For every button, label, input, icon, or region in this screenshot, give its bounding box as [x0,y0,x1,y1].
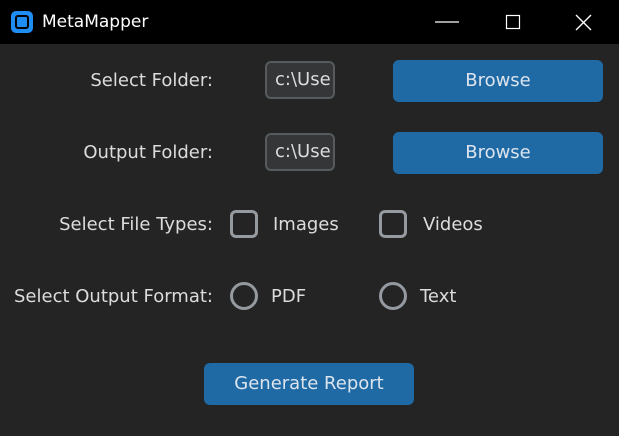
output-folder-browse-button[interactable]: Browse [393,132,603,174]
close-button[interactable] [557,0,609,44]
minimize-icon [435,21,459,23]
maximize-icon [505,14,521,30]
generate-report-button[interactable]: Generate Report [204,363,414,405]
app-window: MetaMapper Select Folder: c:\Use Browse … [0,0,619,436]
select-folder-browse-button[interactable]: Browse [393,60,603,102]
file-types-label: Select File Types: [59,214,213,235]
minimize-button[interactable] [421,0,473,44]
maximize-button[interactable] [487,0,539,44]
text-radio-label[interactable]: Text [420,285,456,309]
select-folder-label: Select Folder: [90,70,213,91]
output-folder-entry[interactable]: c:\Use [265,133,335,171]
window-title: MetaMapper [42,12,149,32]
select-folder-entry[interactable]: c:\Use [265,61,335,99]
text-radio-button[interactable] [379,282,407,310]
title-bar[interactable]: MetaMapper [0,0,619,44]
output-format-label: Select Output Format: [14,286,213,307]
images-checkbox[interactable] [230,210,258,238]
output-folder-label: Output Folder: [83,142,213,163]
videos-checkbox[interactable] [379,210,407,238]
pdf-radio-button[interactable] [230,282,258,310]
videos-checkbox-label[interactable]: Videos [423,213,483,237]
pdf-radio-label[interactable]: PDF [271,285,306,309]
images-checkbox-label[interactable]: Images [273,213,339,237]
app-logo-icon [11,11,33,33]
close-icon [575,14,592,31]
